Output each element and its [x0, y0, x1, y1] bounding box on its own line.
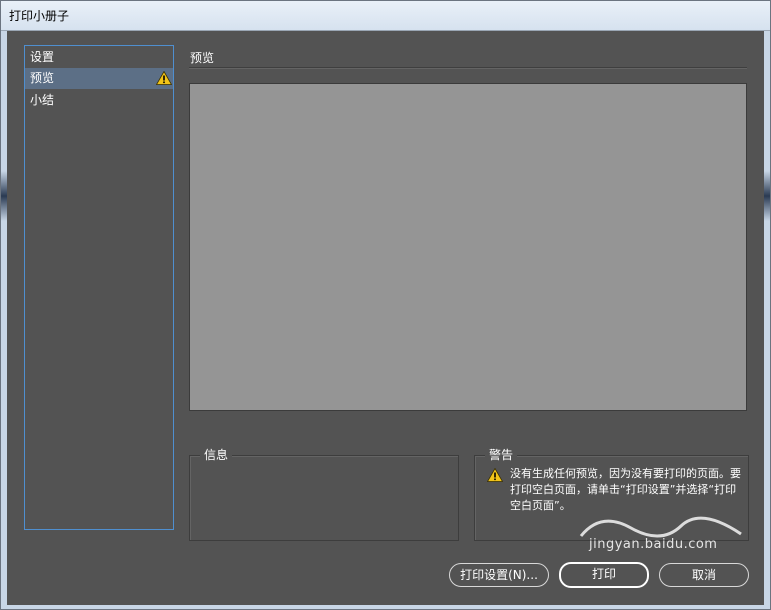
watermark-text: jingyan.baidu.com — [589, 537, 718, 552]
preview-canvas — [189, 83, 747, 411]
dialog-content: 设置 预览 小结 预览 信息 警告 没有生成任何预览，因为没有要打印的页面。要打… — [7, 31, 764, 605]
warning-message: 没有生成任何预览，因为没有要打印的页面。要打印空白页面，请单击“打印设置”并选择… — [510, 467, 741, 512]
preview-divider — [189, 67, 747, 69]
window-frame-right — [764, 31, 770, 609]
warning-icon — [487, 468, 503, 482]
section-nav-list: 设置 预览 小结 — [24, 45, 174, 530]
warnings-groupbox: 警告 没有生成任何预览，因为没有要打印的页面。要打印空白页面，请单击“打印设置”… — [474, 447, 749, 541]
print-booklet-dialog: 打印小册子 设置 预览 小结 预览 信息 警告 没有生成任何预览，因为没有要打印… — [0, 0, 771, 610]
nav-item-label: 设置 — [30, 50, 55, 64]
window-title: 打印小册子 — [9, 9, 70, 23]
warnings-group-title: 警告 — [485, 447, 518, 463]
preview-section-title: 预览 — [190, 51, 215, 65]
window-frame-bottom — [1, 605, 770, 609]
nav-item-summary[interactable]: 小结 — [25, 90, 173, 111]
warning-icon — [156, 71, 172, 85]
cancel-button[interactable]: 取消 — [659, 563, 749, 587]
title-bar[interactable]: 打印小册子 — [1, 1, 770, 31]
nav-item-settings[interactable]: 设置 — [25, 47, 173, 68]
info-groupbox: 信息 — [189, 447, 459, 541]
nav-item-preview[interactable]: 预览 — [25, 68, 173, 89]
print-button[interactable]: 打印 — [559, 562, 649, 588]
info-group-title: 信息 — [200, 447, 233, 463]
print-setup-button[interactable]: 打印设置(N)... — [449, 563, 549, 587]
nav-item-label: 预览 — [30, 71, 55, 85]
window-frame-right-shade — [764, 171, 770, 221]
nav-item-label: 小结 — [30, 93, 55, 107]
